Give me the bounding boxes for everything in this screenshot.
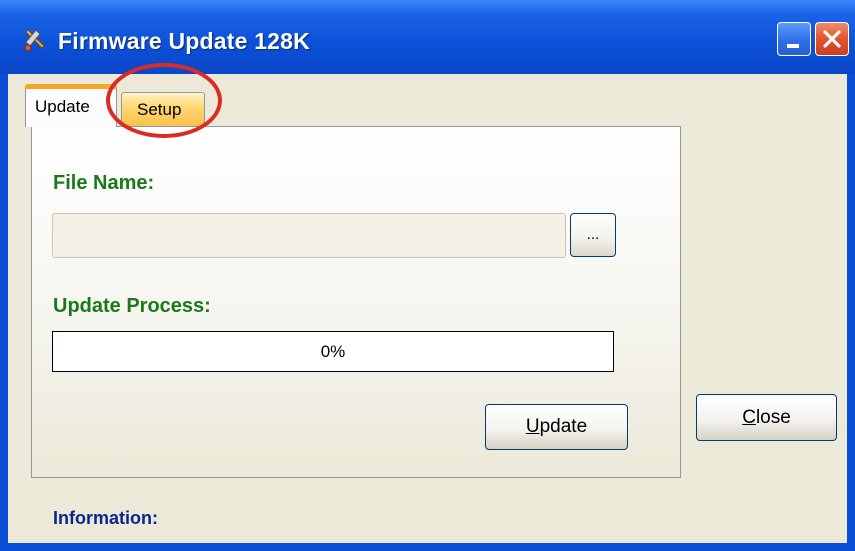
browse-button[interactable]: ...	[570, 213, 616, 257]
file-name-label: File Name:	[53, 172, 155, 194]
close-button[interactable]: Close	[696, 394, 837, 441]
update-button-mnemonic: U	[525, 416, 540, 437]
window-title: Firmware Update 128K	[58, 28, 310, 54]
setup-tab-callout-circle	[106, 63, 222, 138]
tab-update[interactable]: Update	[25, 84, 117, 127]
close-button-label: lose	[755, 407, 791, 428]
minimize-icon	[787, 44, 799, 48]
information-label: Information:	[53, 508, 158, 528]
progress-percent: 0%	[320, 342, 346, 361]
tab-update-label: Update	[35, 97, 90, 116]
title-close-button[interactable]	[815, 22, 849, 56]
active-tab-highlight	[25, 84, 117, 89]
update-button[interactable]: Update	[485, 404, 628, 450]
update-progress-bar: 0%	[52, 331, 614, 372]
update-process-label: Update Process:	[53, 295, 211, 317]
title-bar[interactable]: Firmware Update 128K	[0, 0, 855, 74]
minimize-button[interactable]	[777, 22, 811, 56]
wrench-keys-icon	[22, 26, 50, 54]
close-icon	[823, 30, 841, 48]
app-window: Firmware Update 128K Update Setup File N…	[0, 0, 855, 551]
update-button-label: pdate	[539, 416, 588, 437]
file-name-input[interactable]	[52, 213, 566, 258]
close-button-mnemonic: C	[742, 407, 756, 428]
